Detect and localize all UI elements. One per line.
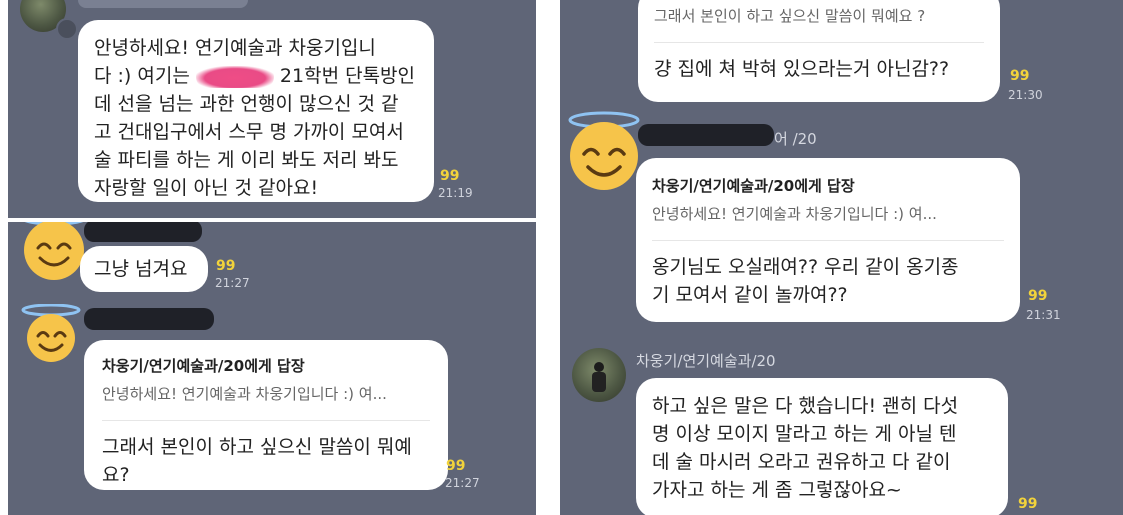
message-line: 걍 집에 쳐 박혀 있으라는거 아닌감?? <box>654 58 950 80</box>
smiling-angel-icon[interactable] <box>18 304 84 364</box>
reply-quote[interactable]: 안녕하세요! 연기예술과 차웅기입니다 :) 여... <box>652 200 1004 228</box>
redaction-mark <box>195 65 274 88</box>
chat-panel-right: 그래서 본인이 하고 싶으신 말씀이 뭐예요 ? 걍 집에 쳐 박혀 있으라는거… <box>560 0 1123 515</box>
message-line: 데 선을 넘는 과한 언행이 많으신 것 같 <box>94 93 399 115</box>
timestamp: 21:27 <box>445 476 480 490</box>
unread-count: 99 <box>1010 68 1030 84</box>
chat-panel-top-left: 안녕하세요! 연기예술과 차웅기입니 다 :) 여기는 21학번 단톡방인 데 … <box>8 0 536 218</box>
message-bubble[interactable]: 안녕하세요! 연기예술과 차웅기입니 다 :) 여기는 21학번 단톡방인 데 … <box>78 20 434 202</box>
message-line: 명 이상 모이지 말라고 하는 게 아닐 텐 <box>652 423 957 445</box>
smiling-angel-icon[interactable] <box>564 110 644 194</box>
sender-name-blurred <box>84 308 214 330</box>
message-line: 21학번 단톡방인 <box>279 65 416 87</box>
divider <box>102 420 430 421</box>
message-line: 요? <box>102 464 130 486</box>
message-bubble[interactable]: 하고 싶은 말은 다 했습니다! 괜히 다섯 명 이상 모이지 말라고 하는 게… <box>636 378 1008 515</box>
badge-icon <box>56 18 78 40</box>
message-line: 다 :) 여기는 <box>94 65 190 87</box>
reply-quote[interactable]: 그래서 본인이 하고 싶으신 말씀이 뭐예요 ? <box>654 2 984 30</box>
message-line: 옹기님도 오실래여?? 우리 같이 옹기종 <box>652 256 959 278</box>
reply-header: 차웅기/연기예술과/20에게 답장 <box>102 357 305 375</box>
unread-count: 99 <box>440 168 460 184</box>
message-line: 기 모여서 같이 놀까여?? <box>652 284 848 306</box>
reply-message-bubble[interactable]: 차웅기/연기예술과/20에게 답장 안녕하세요! 연기예술과 차웅기입니다 :)… <box>84 340 448 490</box>
message-line: 술 파티를 하는 게 이리 봐도 저리 봐도 <box>94 149 399 171</box>
sender-name-blurred <box>78 0 248 8</box>
message-line: 자랑할 일이 아닌 것 같아요! <box>94 177 319 199</box>
divider <box>652 240 1004 241</box>
message-text: 그냥 넘겨요 <box>94 258 188 280</box>
timestamp: 21:31 <box>1026 308 1061 322</box>
sender-name: 차웅기/연기예술과/20 <box>636 352 776 370</box>
reply-message-bubble[interactable]: 그래서 본인이 하고 싶으신 말씀이 뭐예요 ? 걍 집에 쳐 박혀 있으라는거… <box>638 0 1000 102</box>
message-line: 하고 싶은 말은 다 했습니다! 괜히 다섯 <box>652 395 959 417</box>
sender-name-blurred <box>84 222 202 242</box>
message-line: 그래서 본인이 하고 싶으신 말씀이 뭐예 <box>102 436 412 458</box>
unread-count: 99 <box>446 458 466 474</box>
reply-header: 차웅기/연기예술과/20에게 답장 <box>652 177 855 195</box>
sender-name: 어 /20 <box>774 130 817 148</box>
avatar[interactable] <box>572 348 626 402</box>
reply-message-bubble[interactable]: 차웅기/연기예술과/20에게 답장 안녕하세요! 연기예술과 차웅기입니다 :)… <box>636 158 1020 322</box>
unread-count: 99 <box>1018 496 1038 512</box>
unread-count: 99 <box>1028 288 1048 304</box>
reply-quote[interactable]: 안녕하세요! 연기예술과 차웅기입니다 :) 여... <box>102 380 430 408</box>
sender-name-blurred <box>638 124 774 146</box>
chat-panel-mid-left: 그냥 넘겨요 99 21:27 차웅기/연기예술과/20에게 답장 안녕하세요!… <box>8 222 536 515</box>
unread-count: 99 <box>216 258 236 274</box>
timestamp: 21:30 <box>1008 88 1043 102</box>
divider <box>654 42 984 43</box>
message-line: 안녕하세요! 연기예술과 차웅기입니 <box>94 37 376 59</box>
message-bubble[interactable]: 그냥 넘겨요 <box>80 246 208 292</box>
message-line: 가자고 하는 게 좀 그렇잖아요~ <box>652 479 902 501</box>
timestamp: 21:19 <box>438 186 473 200</box>
timestamp: 21:27 <box>215 276 250 290</box>
message-line: 데 술 마시러 오라고 권유하고 다 같이 <box>652 451 951 473</box>
message-line: 고 건대입구에서 스무 명 가까이 모여서 <box>94 121 404 143</box>
